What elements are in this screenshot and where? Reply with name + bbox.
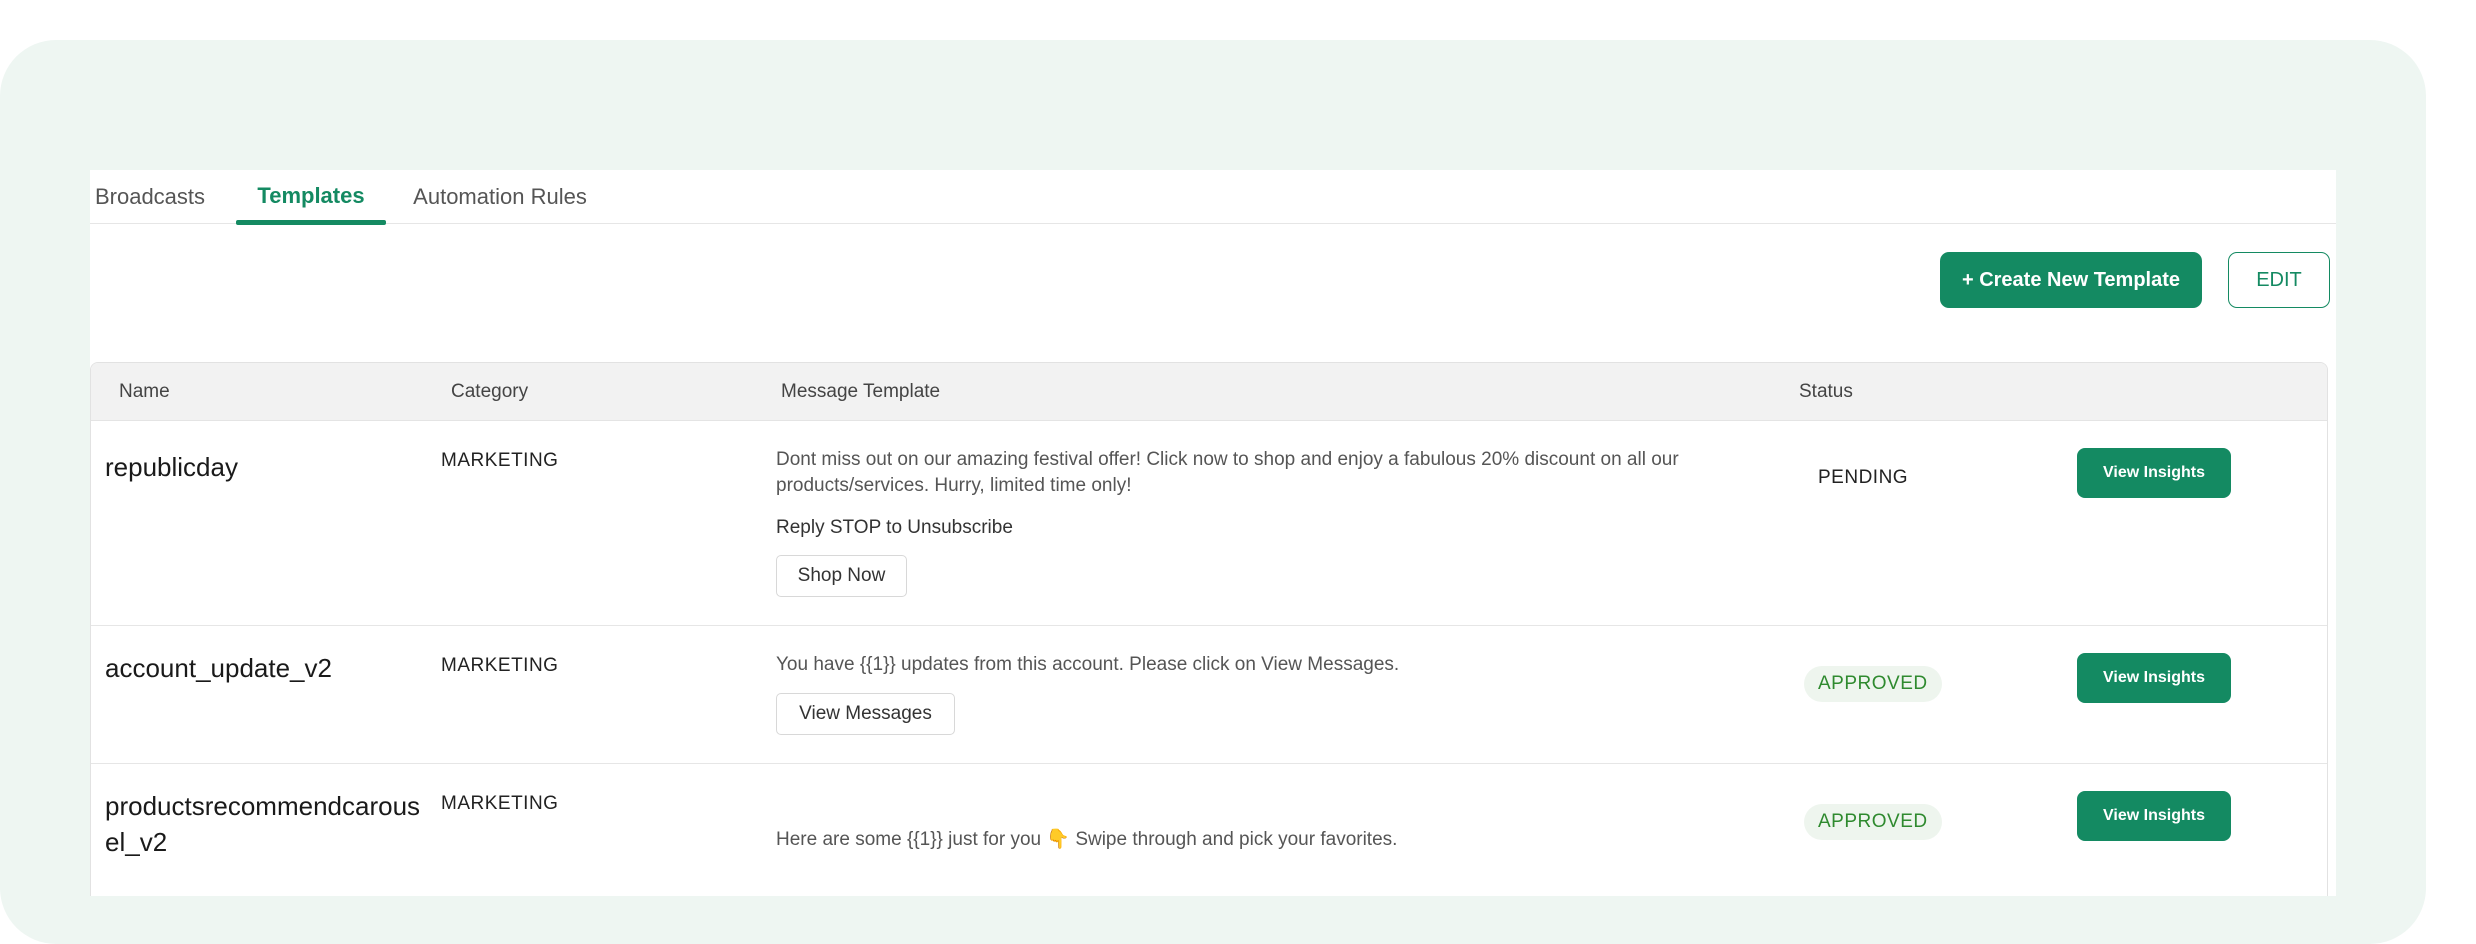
template-name: productsrecommendcarousel_v2: [105, 791, 421, 857]
status-badge: PENDING: [1818, 467, 1909, 488]
templates-table: Name Category Message Template Status re…: [90, 362, 2328, 896]
view-insights-button[interactable]: View Insights: [2077, 653, 2231, 703]
header-status: Status: [1799, 381, 1853, 402]
table-header: Name Category Message Template Status: [91, 363, 2327, 421]
view-insights-button[interactable]: View Insights: [2077, 791, 2231, 841]
tab-broadcasts[interactable]: Broadcasts: [94, 170, 206, 224]
template-message: Dont miss out on our amazing festival of…: [776, 449, 1679, 496]
template-button-shop-now[interactable]: Shop Now: [776, 555, 907, 597]
tab-templates[interactable]: Templates: [236, 170, 386, 225]
edit-button[interactable]: EDIT: [2228, 252, 2330, 308]
template-message: Here are some {{1}} just for you 👇 Swipe…: [776, 829, 1398, 850]
template-name: account_update_v2: [105, 653, 332, 683]
template-message: You have {{1}} updates from this account…: [776, 654, 1400, 675]
table-row: republicday MARKETING Dont miss out on o…: [91, 421, 2327, 626]
template-button-view-messages[interactable]: View Messages: [776, 693, 955, 735]
tab-automation-rules[interactable]: Automation Rules: [410, 170, 590, 224]
template-category: MARKETING: [441, 793, 559, 814]
tab-bar: Broadcasts Templates Automation Rules: [90, 170, 2336, 225]
header-message-template: Message Template: [781, 381, 941, 402]
template-footer: Reply STOP to Unsubscribe: [776, 517, 1013, 538]
header-category: Category: [451, 381, 529, 402]
header-name: Name: [119, 381, 170, 402]
templates-panel: Broadcasts Templates Automation Rules + …: [90, 170, 2336, 896]
template-name: republicday: [105, 452, 238, 482]
template-category: MARKETING: [441, 450, 559, 471]
status-badge: APPROVED: [1804, 804, 1942, 840]
table-row: account_update_v2 MARKETING You have {{1…: [91, 626, 2327, 764]
template-category: MARKETING: [441, 655, 559, 676]
status-badge: APPROVED: [1804, 666, 1942, 702]
table-row: productsrecommendcarousel_v2 MARKETING H…: [91, 764, 2327, 896]
page-background: Broadcasts Templates Automation Rules + …: [0, 40, 2426, 944]
view-insights-button[interactable]: View Insights: [2077, 448, 2231, 498]
create-new-template-button[interactable]: + Create New Template: [1940, 252, 2202, 308]
